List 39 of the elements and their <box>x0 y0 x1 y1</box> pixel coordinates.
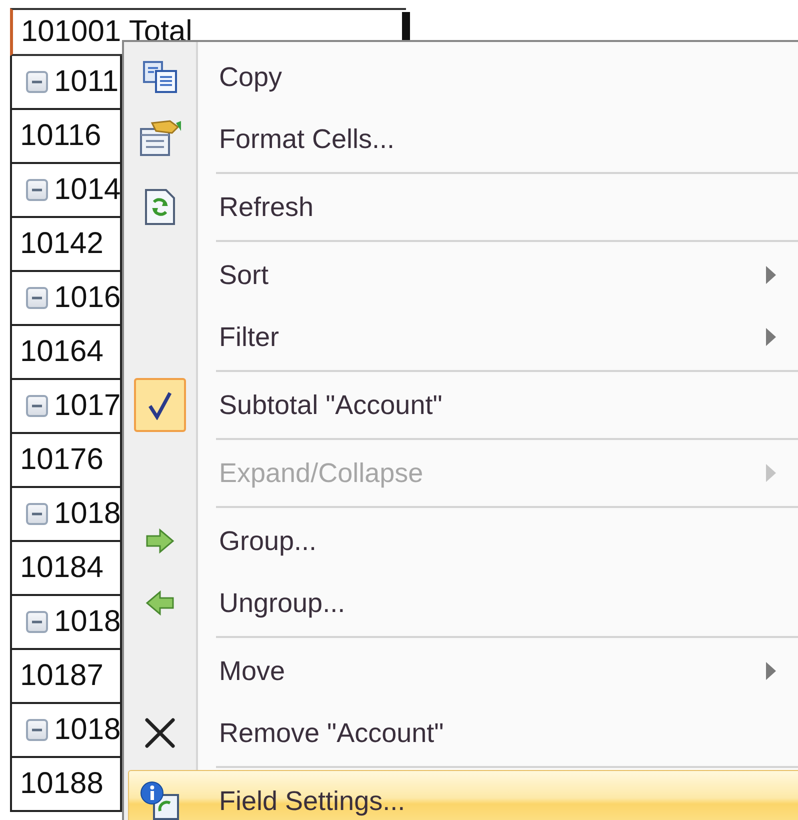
menu-item[interactable]: Subtotal "Account" <box>128 374 798 436</box>
table-cell: 10176 <box>10 434 122 488</box>
table-cell: 1016 <box>10 272 122 326</box>
collapse-icon[interactable] <box>26 287 48 309</box>
refresh-icon <box>144 188 176 226</box>
menu-item[interactable]: Format Cells... <box>128 108 798 170</box>
menu-item[interactable]: Refresh <box>128 176 798 238</box>
table-cell: 10164 <box>10 326 122 380</box>
collapse-icon[interactable] <box>26 395 48 417</box>
menu-item[interactable]: Remove "Account" <box>128 702 798 764</box>
menu-item[interactable]: Move <box>128 640 798 702</box>
collapse-icon[interactable] <box>26 611 48 633</box>
table-cell: 1018 <box>10 596 122 650</box>
info-icon <box>140 781 180 820</box>
close-icon <box>144 717 176 749</box>
left-arrow-icon <box>145 590 175 616</box>
table-cell: 10188 <box>10 758 122 812</box>
menu-item[interactable]: Filter <box>128 306 798 368</box>
menu-item[interactable]: Field Settings... <box>128 770 798 820</box>
table-cell: 1014 <box>10 164 122 218</box>
collapse-icon[interactable] <box>26 179 48 201</box>
collapse-icon[interactable] <box>26 71 48 93</box>
format-cells-icon <box>138 119 182 159</box>
table-cell: 1018 <box>10 704 122 758</box>
table-cell: 10187 <box>10 650 122 704</box>
right-arrow-icon <box>145 528 175 554</box>
table-cell: 1017 <box>10 380 122 434</box>
table-cell: 1011 <box>10 56 122 110</box>
table-cell: 10142 <box>10 218 122 272</box>
collapse-icon[interactable] <box>26 503 48 525</box>
table-cell: 10116 <box>10 110 122 164</box>
menu-item[interactable]: Sort <box>128 244 798 306</box>
collapse-icon[interactable] <box>26 719 48 741</box>
table-cell: 10184 <box>10 542 122 596</box>
menu-item[interactable]: Ungroup... <box>128 572 798 634</box>
menu-item[interactable]: Group... <box>128 510 798 572</box>
copy-icon <box>142 60 178 94</box>
table-cell: 1018 <box>10 488 122 542</box>
resize-bar <box>402 12 410 42</box>
